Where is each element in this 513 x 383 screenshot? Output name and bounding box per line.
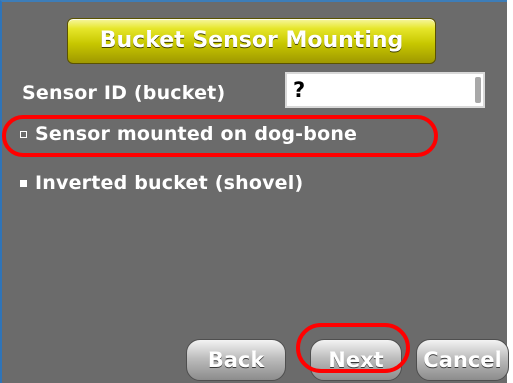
page-root: Bucket Sensor Mounting Sensor ID (bucket…: [0, 0, 513, 383]
sensor-id-label: Sensor ID (bucket): [22, 82, 226, 104]
option-marker: [20, 179, 27, 187]
sensor-id-value: ?: [293, 78, 306, 102]
device-screen: Bucket Sensor Mounting Sensor ID (bucket…: [0, 0, 509, 383]
option-label: Inverted bucket (shovel): [35, 172, 304, 194]
page-title: Bucket Sensor Mounting: [67, 18, 436, 64]
option-label: Sensor mounted on dog-bone: [35, 123, 358, 145]
field-scroll-handle[interactable]: [475, 77, 481, 103]
next-button[interactable]: Next: [310, 339, 402, 381]
option-dog-bone[interactable]: Sensor mounted on dog-bone: [20, 123, 357, 145]
option-inverted-bucket[interactable]: Inverted bucket (shovel): [20, 172, 303, 194]
option-marker: [20, 130, 27, 138]
sensor-id-field[interactable]: ?: [285, 72, 485, 108]
back-button[interactable]: Back: [186, 339, 286, 381]
cancel-button[interactable]: Cancel: [416, 339, 509, 381]
